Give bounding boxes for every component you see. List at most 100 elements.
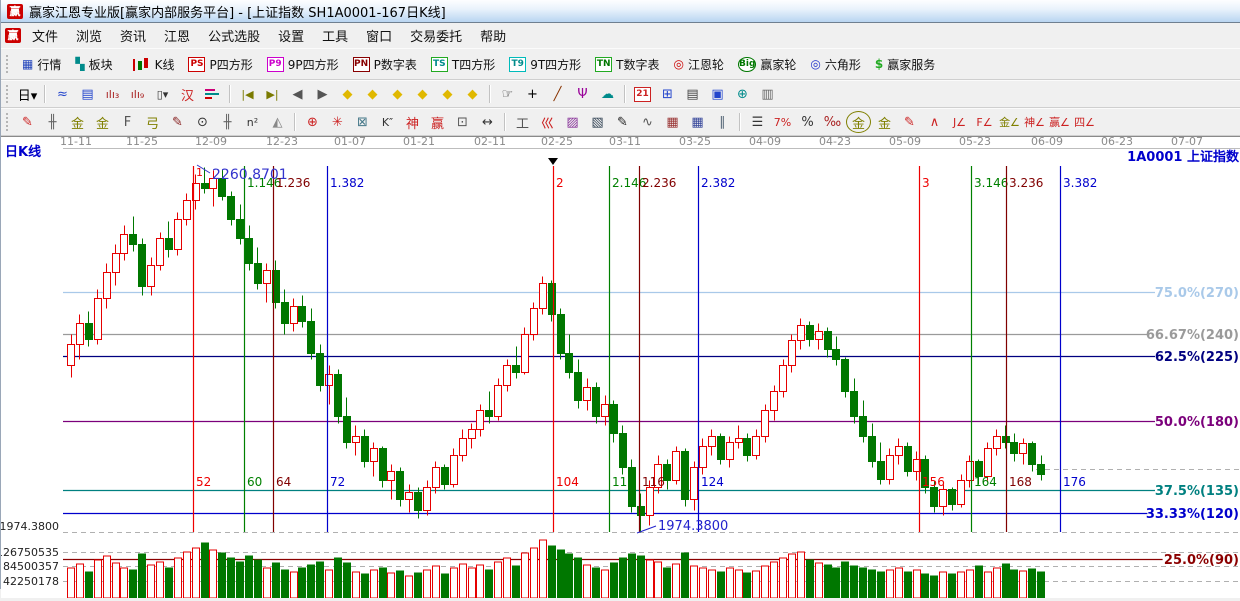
crosshair-tool-icon[interactable]: + [521,84,544,104]
menu-item-窗口[interactable]: 窗口 [357,23,401,48]
gold-angle-icon[interactable]: 金∠ [998,112,1021,132]
menu-item-浏览[interactable]: 浏览 [67,23,111,48]
kline-chart[interactable]: 11-1111-2512-0912-2301-0701-2102-1102-25… [1,137,1240,598]
expand-view-icon[interactable]: ◆ [461,84,484,104]
menu-item-公式选股[interactable]: 公式选股 [199,23,269,48]
info-list-icon[interactable]: ▤ [76,84,99,104]
feature-9T四方形[interactable]: T99T四方形 [502,53,588,76]
shen-angle-icon[interactable]: 神∠ [1023,112,1046,132]
printer-icon[interactable]: ▥ [756,84,779,104]
hand-tool-icon[interactable]: ☞ [496,84,519,104]
pattern-icon[interactable]: ≈ [51,84,74,104]
jump-last-icon[interactable]: ▶| [261,84,284,104]
a-wave-icon[interactable]: ∧ [923,112,946,132]
candle-style-icon[interactable]: ▯▾ [151,84,174,104]
notes-icon[interactable]: ▤ [681,84,704,104]
gann-circle-icon[interactable]: ⊕ [301,112,324,132]
grid-tool-icon[interactable]: ╫ [41,112,64,132]
parallel-lines-icon[interactable]: ∥ [711,112,734,132]
grid-123-icon[interactable]: ⊡ [451,112,474,132]
step-forward-icon[interactable]: ▶ [311,84,334,104]
gold-grid-1-icon[interactable]: 金 [66,112,89,132]
shift-right-icon[interactable]: ◆ [361,84,384,104]
win-angle-icon[interactable]: 赢∠ [1048,112,1071,132]
histogram-icon[interactable] [201,84,224,104]
n-square-icon[interactable]: n² [241,112,264,132]
period-day-icon[interactable]: 日▾ [16,84,39,104]
feature-9P四方形[interactable]: P99P四方形 [260,53,346,76]
percent-icon[interactable]: % [796,112,819,132]
calculator-icon[interactable]: ⊞ [656,84,679,104]
shift-left-icon[interactable]: ◆ [336,84,359,104]
toolbar-grip[interactable] [6,85,12,103]
four-angle-icon[interactable]: 四∠ [1073,112,1096,132]
bars-9-icon[interactable]: ılı₉ [126,84,149,104]
gold-lines-icon[interactable]: 金 [873,112,896,132]
gann-star-icon[interactable]: ✳ [326,112,349,132]
f-grid-icon[interactable]: F [116,112,139,132]
cloud-tool-icon[interactable]: ☁ [596,84,619,104]
f-angle-icon[interactable]: F∠ [973,112,996,132]
percent-7-icon[interactable]: 7% [771,112,794,132]
feature-T四方形[interactable]: TST四方形 [424,53,502,76]
network-icon[interactable]: ⊕ [731,84,754,104]
time-grid-icon[interactable]: ▦ [686,112,709,132]
fork-tool-icon[interactable]: Ψ [571,84,594,104]
fan-box-2-icon[interactable]: ▧ [586,112,609,132]
feature-P数字表[interactable]: PNP数字表 [346,53,424,76]
feature-T数字表[interactable]: TNT数字表 [588,53,666,76]
shen-grid-icon[interactable]: 神 [401,112,424,132]
gann-compass-icon[interactable]: ⊙ [191,112,214,132]
drawing-toolbar[interactable]: ✎╫金金F弓✎⊙╫n²◭⊕✳⊠K″神赢⊡↔工巛▨▧✎∿▦▦∥☰7%%‰金金✎∧J… [1,108,1240,136]
menu-item-江恩[interactable]: 江恩 [155,23,199,48]
price-grid-icon[interactable]: ▦ [661,112,684,132]
gann-pen-icon[interactable]: ✎ [16,112,39,132]
jump-first-icon[interactable]: |◀ [236,84,259,104]
trendline-tool-icon[interactable]: ╱ [546,84,569,104]
angle-flag-icon[interactable]: ◭ [266,112,289,132]
beam-tool-icon[interactable]: 工 [511,112,534,132]
menu-bar[interactable]: 赢 文件浏览资讯江恩公式选股设置工具窗口交易委托帮助 [1,23,1240,48]
feature-行情[interactable]: ▦行情 [15,53,68,76]
menu-item-设置[interactable]: 设置 [269,23,313,48]
gold-circle-icon[interactable]: 金 [846,111,871,133]
wave-tool-icon[interactable]: ∿ [636,112,659,132]
span-arrow-icon[interactable]: ↔ [476,112,499,132]
spiral-tool-icon[interactable]: 弓 [141,112,164,132]
pen-bars-icon[interactable]: ✎ [898,112,921,132]
feature-K线[interactable]: K线 [120,52,182,76]
menu-item-资讯[interactable]: 资讯 [111,23,155,48]
percent-line-icon[interactable]: ‰ [821,112,844,132]
feature-赢家轮[interactable]: Big赢家轮 [731,53,803,76]
stats-list-icon[interactable]: ☰ [746,112,769,132]
feature-江恩轮[interactable]: ◎江恩轮 [667,53,732,76]
win-grid-icon[interactable]: 赢 [426,112,449,132]
k-lines-icon[interactable]: K″ [376,112,399,132]
main-toolbar[interactable]: 日▾≈▤ılı₃ılı₉▯▾汉|◀▶|◀▶◆◆◆◆◆◆☞+╱Ψ☁21⊞▤▣⊕▥ [1,80,1240,108]
menu-item-文件[interactable]: 文件 [23,23,67,48]
fan-box-1-icon[interactable]: ▨ [561,112,584,132]
window-titlebar[interactable]: 赢 赢家江恩专业版[赢家内部服务平台] - [上证指数 SH1A0001-167… [1,0,1240,23]
step-back-icon[interactable]: ◀ [286,84,309,104]
j-angle-icon[interactable]: J∠ [948,112,971,132]
toolbar-grip[interactable] [6,55,12,73]
feature-toolbar[interactable]: ▦行情▚板块K线PSP四方形P99P四方形PNP数字表TST四方形T99T四方形… [1,48,1240,80]
compress-view-icon[interactable]: ◆ [436,84,459,104]
feature-赢家服务[interactable]: $赢家服务 [868,53,942,76]
ruler-tool-icon[interactable]: ╫ [216,112,239,132]
bars-3-icon[interactable]: ılı₃ [101,84,124,104]
menu-item-工具[interactable]: 工具 [313,23,357,48]
calendar-icon[interactable]: 21 [631,84,654,104]
save-icon[interactable]: ▣ [706,84,729,104]
measure-pen-icon[interactable]: ✎ [166,112,189,132]
zoom-in-x-icon[interactable]: ◆ [411,84,434,104]
feature-板块[interactable]: ▚板块 [68,53,119,76]
gann-box-icon[interactable]: ⊠ [351,112,374,132]
menu-item-交易委托[interactable]: 交易委托 [401,23,471,48]
gold-grid-2-icon[interactable]: 金 [91,112,114,132]
feature-P四方形[interactable]: PSP四方形 [181,53,259,76]
toolbar-grip[interactable] [6,113,12,131]
feature-六角形[interactable]: ◎六角形 [803,53,868,76]
cn-marker-icon[interactable]: 汉 [176,84,199,104]
menu-item-帮助[interactable]: 帮助 [471,23,515,48]
